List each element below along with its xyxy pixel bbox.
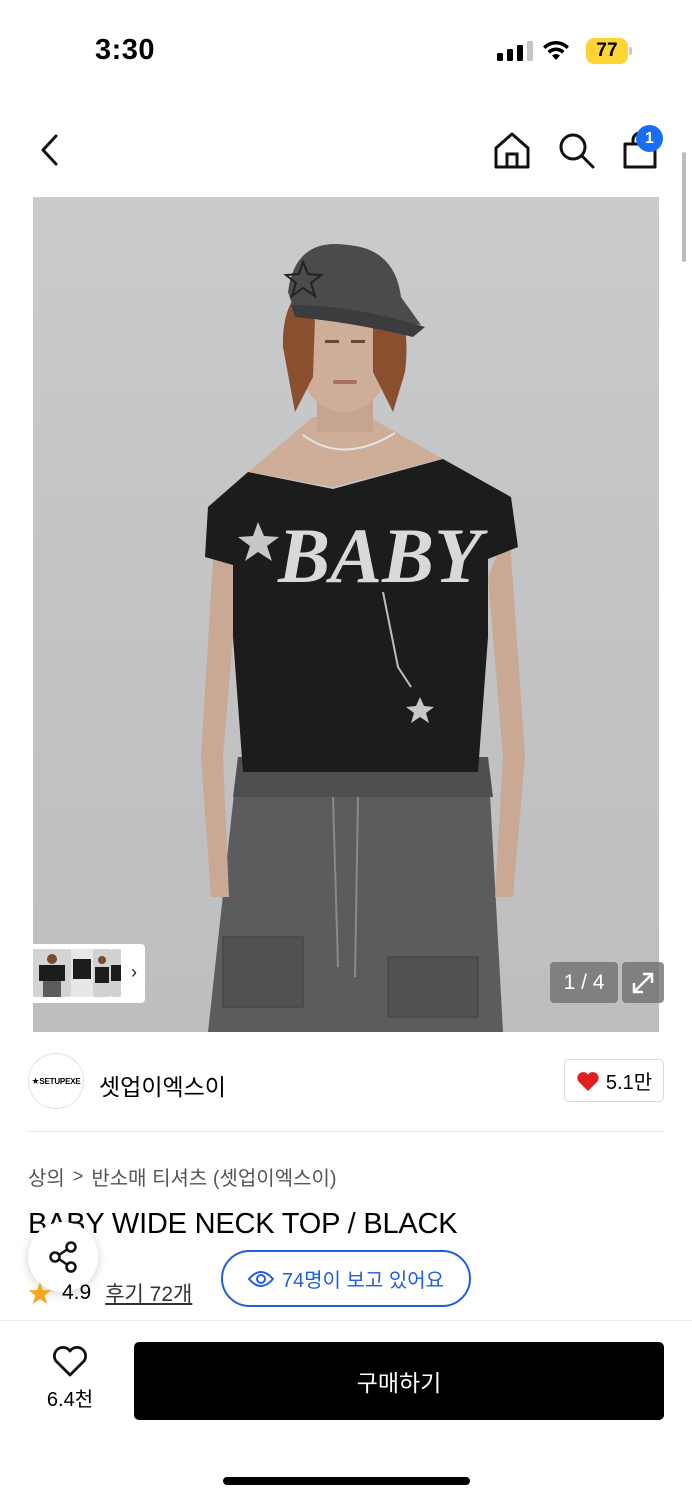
status-time: 3:30 <box>95 34 156 66</box>
brand-row[interactable]: ★ SETUPEXE 셋업이엑스이 5.1만 <box>28 1053 664 1111</box>
bottom-action-bar: 6.4천 구매하기 <box>0 1320 692 1500</box>
eye-icon <box>247 1270 274 1287</box>
share-icon <box>49 1241 77 1273</box>
thumbnail-next-icon[interactable]: › <box>131 962 137 983</box>
brand-logo-text: SETUPEXE <box>39 1076 81 1086</box>
thumbnail-3[interactable] <box>93 949 111 997</box>
breadcrumb: 상의 > 반소매 티셔츠 (셋업이엑스이) <box>28 1162 337 1191</box>
home-icon[interactable] <box>490 128 534 172</box>
home-indicator <box>223 1477 470 1485</box>
review-count-link[interactable]: 후기 72개 <box>105 1278 192 1308</box>
brand-like-button[interactable]: 5.1만 <box>564 1059 664 1102</box>
product-image[interactable]: BABY <box>33 197 659 1032</box>
battery-level: 77 <box>586 38 628 64</box>
breadcrumb-item-subcategory[interactable]: 반소매 티셔츠 (셋업이엑스이) <box>91 1162 336 1191</box>
brand-logo[interactable]: ★ SETUPEXE <box>28 1053 84 1109</box>
thumbnail-2[interactable] <box>71 949 93 997</box>
top-nav-bar <box>0 110 692 190</box>
breadcrumb-item-category[interactable]: 상의 <box>28 1162 65 1191</box>
rating-score: 4.9 <box>62 1281 92 1304</box>
cart-count-badge: 1 <box>636 125 663 152</box>
rating-row: 4.9 후기 72개 <box>28 1278 192 1308</box>
product-photo: BABY <box>201 243 525 1032</box>
scrollbar[interactable] <box>682 152 686 262</box>
search-icon[interactable] <box>554 128 598 172</box>
status-bar: 3:30 77 <box>0 0 692 100</box>
thumbnail-strip[interactable]: › <box>28 944 145 1003</box>
expand-arrows-icon[interactable] <box>622 962 664 1003</box>
heart-outline-icon <box>53 1346 87 1377</box>
divider <box>28 1131 664 1132</box>
thumbnail-4[interactable] <box>111 949 121 997</box>
wishlist-count: 6.4천 <box>46 1389 94 1411</box>
brand-like-count: 5.1만 <box>605 1072 653 1094</box>
breadcrumb-separator: > <box>72 1166 84 1186</box>
wishlist-button[interactable]: 6.4천 <box>30 1345 110 1425</box>
back-chevron-icon[interactable] <box>30 130 70 170</box>
brand-name[interactable]: 셋업이엑스이 <box>99 1068 226 1102</box>
product-title: BABY WIDE NECK TOP / BLACK <box>28 1208 458 1240</box>
star-icon <box>28 1282 52 1304</box>
battery-icon: 77 <box>586 38 632 64</box>
viewers-text: 74명이 보고 있어요 <box>281 1270 445 1292</box>
viewers-pill: 74명이 보고 있어요 <box>221 1250 471 1307</box>
image-counter: 1 / 4 <box>550 962 618 1003</box>
buy-button[interactable]: 구매하기 <box>134 1342 664 1420</box>
wifi-icon <box>543 40 569 60</box>
svg-text:BABY: BABY <box>277 512 488 599</box>
thumbnail-1[interactable] <box>33 949 71 997</box>
heart-filled-icon <box>577 1071 599 1091</box>
cellular-signal-icon <box>497 41 533 61</box>
